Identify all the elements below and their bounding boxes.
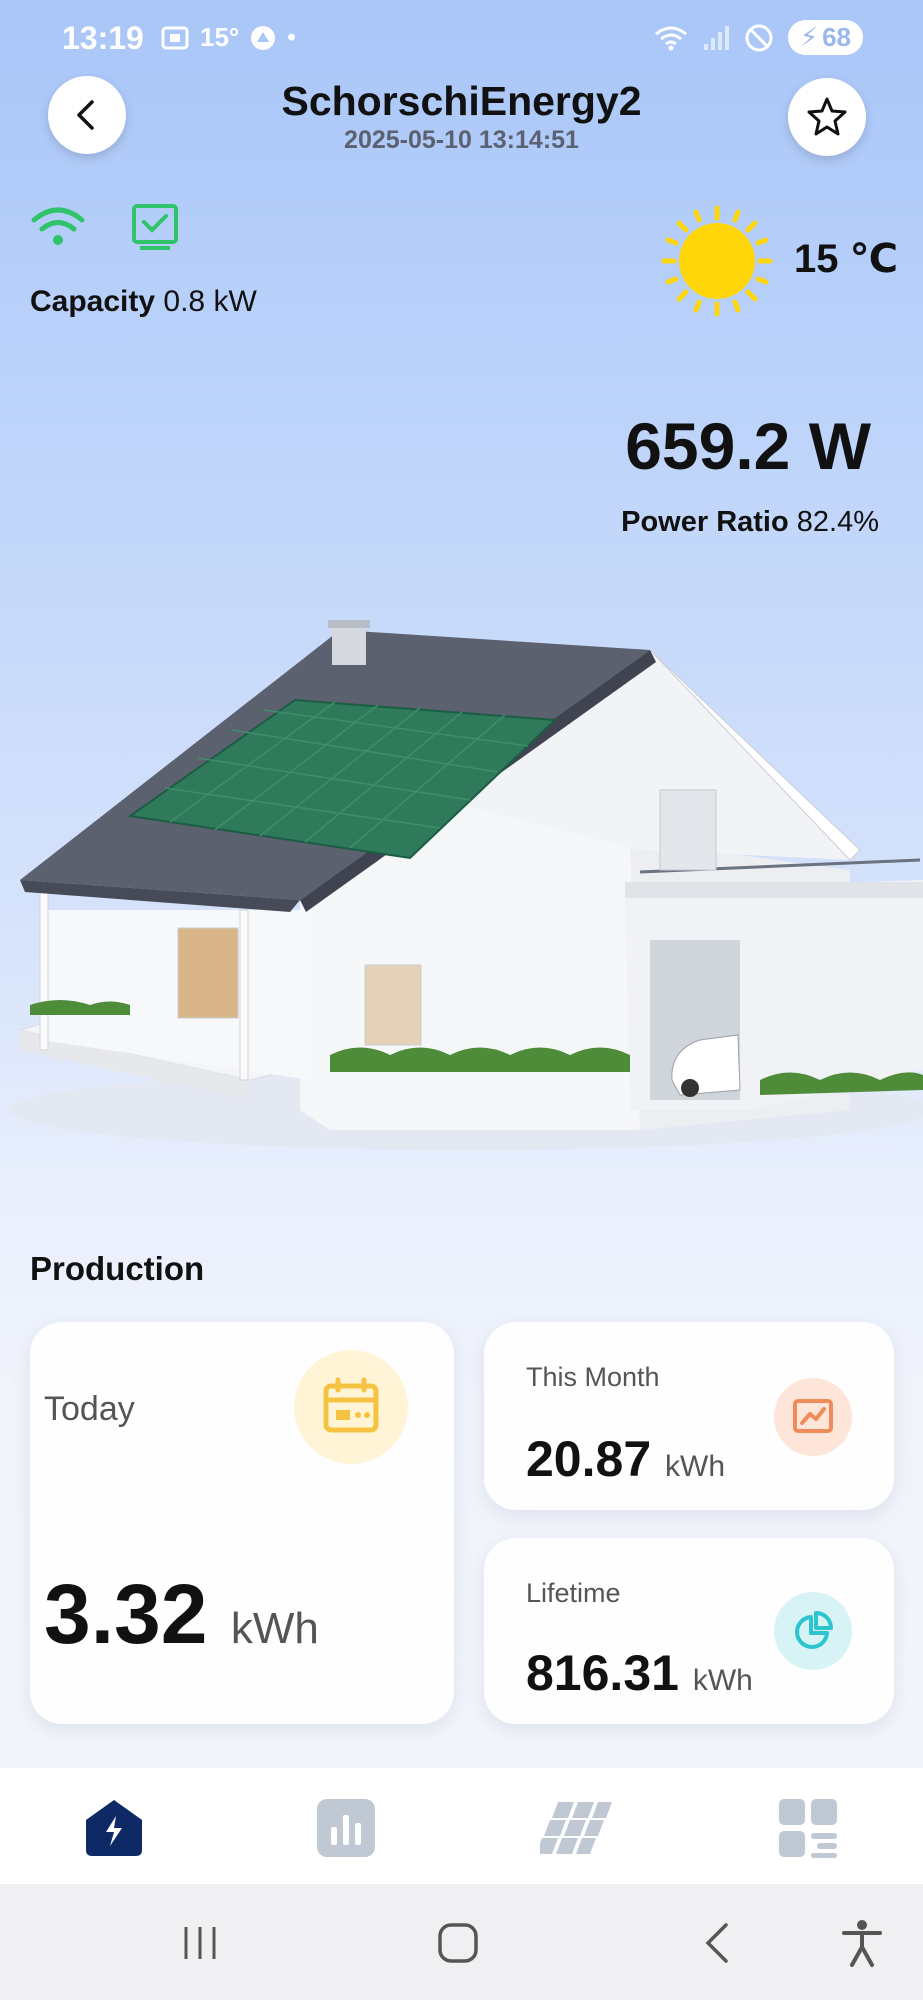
wifi-icon	[31, 207, 85, 245]
battery-indicator: ⚡ 68	[787, 20, 863, 55]
nav-statistics[interactable]	[314, 1796, 378, 1860]
section-title-production: Production	[30, 1250, 205, 1287]
charging-icon: ⚡	[799, 22, 819, 52]
today-production-card[interactable]: Today 3.32 kWh	[30, 1322, 454, 1724]
power-ratio-value: 82.4%	[796, 506, 879, 538]
lifetime-value: 816.31 kWh	[526, 1645, 753, 1701]
system-navigation-bar	[0, 1884, 923, 2000]
nav-panels[interactable]	[540, 1796, 614, 1860]
recent-apps-button[interactable]	[170, 1918, 230, 1968]
status-time: 13:19	[62, 20, 144, 56]
status-bar: 13:19 15° • ⚡ 68	[0, 0, 923, 80]
sun-icon	[661, 205, 773, 317]
accessibility-icon	[842, 1920, 882, 1967]
capacity-value: 0.8 kW	[163, 285, 257, 318]
dashboard-grid-icon	[779, 1799, 837, 1858]
home-energy-icon	[86, 1800, 142, 1856]
signal-icon	[703, 25, 729, 50]
system-back-button[interactable]	[688, 1918, 748, 1968]
do-not-disturb-icon	[745, 24, 773, 51]
nav-home[interactable]	[82, 1796, 146, 1860]
capacity-info: Capacity 0.8 kW	[30, 285, 257, 319]
today-label: Today	[44, 1390, 135, 1428]
month-label: This Month	[526, 1362, 660, 1392]
lifetime-production-card[interactable]: Lifetime 816.31 kWh	[484, 1538, 894, 1724]
inverter-check-icon	[132, 204, 178, 250]
nav-more[interactable]	[776, 1796, 840, 1860]
home-button[interactable]	[428, 1918, 488, 1968]
today-value: 3.32 kWh	[44, 1567, 319, 1661]
weather-temperature: 15 ℃	[794, 237, 899, 281]
pie-chart-icon	[795, 1611, 833, 1649]
page-title: SchorschiEnergy2	[281, 78, 642, 124]
month-value: 20.87 kWh	[526, 1431, 726, 1487]
status-temp: 15°	[200, 22, 240, 52]
recent-apps-icon	[184, 1927, 216, 1959]
lifetime-label: Lifetime	[526, 1578, 621, 1608]
star-icon	[807, 97, 847, 136]
month-production-card[interactable]: This Month 20.87 kWh	[484, 1322, 894, 1510]
accessibility-button[interactable]	[832, 1918, 892, 1968]
update-timestamp: 2025-05-10 13:14:51	[344, 126, 579, 154]
trend-chart-icon	[793, 1399, 833, 1433]
current-power: 659.2 W	[625, 409, 871, 483]
power-ratio: Power Ratio 82.4%	[621, 506, 879, 539]
back-arrow-icon	[705, 1923, 728, 1963]
solar-panel-icon	[540, 1802, 612, 1854]
bar-chart-icon	[317, 1799, 375, 1857]
dot-icon: •	[287, 23, 296, 51]
favorite-button[interactable]	[788, 78, 866, 156]
calendar-icon	[323, 1377, 379, 1433]
capacity-label: Capacity	[30, 285, 156, 318]
screen-record-icon	[161, 26, 189, 49]
app-notification-icon	[251, 25, 276, 50]
home-square-icon	[438, 1923, 478, 1963]
house-illustration	[10, 620, 923, 1150]
wifi-status-icon	[654, 26, 687, 50]
bottom-navigation	[0, 1768, 923, 1884]
power-ratio-label: Power Ratio	[621, 506, 789, 538]
